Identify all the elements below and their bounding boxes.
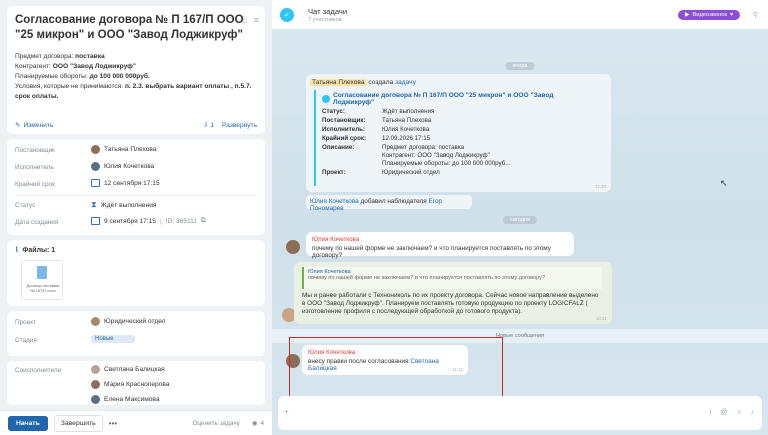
attach-icon[interactable]: + xyxy=(284,407,289,416)
message-input[interactable]: + ⌇ @ ☺ ♪ xyxy=(278,396,762,430)
task-panel: Согласование договора № П 167/П ООО "25 … xyxy=(0,0,272,435)
stage-select[interactable]: Новые xyxy=(91,335,135,343)
calendar-icon xyxy=(91,179,100,187)
chat-icon: ✓ xyxy=(280,7,294,22)
coexecutors-card: Соисполнители Светлана Балицкая Мария Кр… xyxy=(7,361,265,405)
task-card-details: Согласование договора № П 167/П ООО "25 … xyxy=(314,90,596,186)
more-button[interactable]: ••• xyxy=(109,419,117,428)
chat-message[interactable]: Юлия Кочеткова почему по нашей форме не … xyxy=(306,232,574,259)
coexecutor-item[interactable]: Елена Максимова xyxy=(91,395,160,404)
avatar xyxy=(91,380,100,389)
coexecutor-item[interactable]: Светлана Балицкая xyxy=(91,365,165,374)
file-item[interactable]: Договор поставки № 167/П.docx xyxy=(21,260,63,300)
video-call-button[interactable]: ▶ Видеозвонок ▾ xyxy=(677,10,740,20)
subtask-icon: ⇩ xyxy=(203,122,209,129)
microphone-icon[interactable]: ♪ xyxy=(751,409,755,417)
finish-button[interactable]: Завершить xyxy=(53,414,103,432)
message-text: почему по нашей форме не заключаем? и чт… xyxy=(312,245,551,259)
start-button[interactable]: Начать xyxy=(8,415,48,431)
deadline-label: Крайний срок xyxy=(15,181,55,188)
creator-value[interactable]: Татьяна Плехова xyxy=(91,145,157,154)
pencil-icon: ✎ xyxy=(15,122,21,129)
coexecutor-item[interactable]: Мария Красноперова xyxy=(91,380,169,389)
assignee-value[interactable]: Юлия Кочеткова xyxy=(91,162,154,171)
created-label: Дата создания xyxy=(15,219,59,226)
assignee-label: Исполнитель xyxy=(15,164,54,171)
views-counter: ◉ 4 xyxy=(251,419,264,428)
project-card: Проект Юридический отдел Стадия Новые xyxy=(7,311,265,356)
task-title: Согласование договора № П 167/П ООО "25 … xyxy=(15,14,244,41)
message-author[interactable]: Юлия Кочеткова xyxy=(312,236,359,243)
chat-message-own[interactable]: Юлия Кочеткова почему по нашей форме не … xyxy=(294,262,612,324)
chevron-down-icon: ▾ xyxy=(730,12,733,18)
task-title-card: Согласование договора № П 167/П ООО "25 … xyxy=(7,6,265,134)
files-title: Файлы: 1 xyxy=(22,246,56,254)
files-card: ⌇ Файлы: 1 Договор поставки № 167/П.docx xyxy=(7,240,265,306)
status-value: ⧗ Ждёт выполнения xyxy=(91,200,157,209)
task-link[interactable]: задачу xyxy=(395,79,416,86)
chat-header: ✓ Чат задачи 7 участников ▶ Видеозвонок ▾ … xyxy=(272,0,768,29)
avatar xyxy=(91,395,100,404)
mention-icon[interactable]: @ xyxy=(720,409,727,417)
group-avatar xyxy=(91,317,100,326)
calendar-icon xyxy=(91,217,100,225)
date-separator: вчера xyxy=(505,62,535,70)
message-time: 10:21 xyxy=(596,316,607,321)
avatar[interactable] xyxy=(286,240,300,254)
task-icon xyxy=(322,95,330,103)
document-icon xyxy=(37,266,47,279)
chat-title: Чат задачи xyxy=(308,6,348,16)
project-value[interactable]: Юридический отдел xyxy=(91,317,166,326)
camera-icon: ▶ xyxy=(684,12,690,18)
subtasks-button[interactable]: ⇩ 1 xyxy=(203,121,214,129)
edit-button[interactable]: ✎ Изменить xyxy=(15,121,203,130)
avatar xyxy=(91,145,100,154)
task-people-card: Постановщик Татьяна Плехова Исполнитель … xyxy=(7,139,265,235)
task-created-message: Татьяна Плехова создала задачу Согласова… xyxy=(306,74,611,192)
expand-button[interactable]: Развернуть xyxy=(222,122,257,129)
deadline-value[interactable]: 12 сентября 17:15 xyxy=(91,179,160,187)
quoted-message[interactable]: Юлия Кочеткова почему по нашей форме не … xyxy=(302,267,602,289)
user-icon[interactable]: ⚲ xyxy=(753,11,758,19)
paperclip-icon[interactable]: ⌇ xyxy=(709,409,712,417)
task-description: Предмет договора: поставка Контрагент: О… xyxy=(15,53,252,100)
menu-icon[interactable]: ≡ xyxy=(254,15,259,25)
system-message: Юлия Кочеткова добавил наблюдателя Егор … xyxy=(306,195,472,212)
emoji-icon[interactable]: ☺ xyxy=(735,409,742,417)
home-icon[interactable]: ⌂ xyxy=(242,15,247,25)
divider xyxy=(15,195,257,196)
paperclip-icon: ⌇ xyxy=(15,247,19,254)
created-value: 9 сентября 17:15 | ID: 365111 ⧉ xyxy=(91,217,206,225)
user-link[interactable]: Юлия Кочеткова xyxy=(310,198,359,205)
mouse-cursor-icon: ↖ xyxy=(720,178,728,188)
eye-icon: ◉ xyxy=(251,420,258,427)
hourglass-icon: ⧗ xyxy=(91,200,97,209)
project-label: Проект xyxy=(15,319,37,326)
status-label: Статус xyxy=(15,202,36,209)
date-separator: сегодня xyxy=(502,216,538,224)
rate-task-button[interactable]: Оценить задачу xyxy=(192,420,239,427)
message-text: Мы и ранее работали с Технониколь по их … xyxy=(302,292,599,315)
chat-participants[interactable]: 7 участников xyxy=(308,17,347,23)
avatar xyxy=(91,365,100,374)
avatar xyxy=(91,162,100,171)
file-name: Договор поставки № 167/П.docx xyxy=(26,283,60,293)
copy-icon[interactable]: ⧉ xyxy=(201,217,206,225)
task-action-bar: Начать Завершить ••• Оценить задачу ◉ 4 xyxy=(0,410,272,435)
task-name-link: Согласование договора № П 167/П ООО "25 … xyxy=(332,92,554,106)
coexecutors-label: Соисполнители xyxy=(15,367,62,374)
highlight-box xyxy=(289,337,503,404)
creator-label: Постановщик xyxy=(15,147,55,154)
message-time: 17:24 xyxy=(595,184,606,189)
task-chat: ✓ Чат задачи 7 участников ▶ Видеозвонок ▾ … xyxy=(272,0,768,435)
stage-label: Стадия xyxy=(15,337,37,344)
